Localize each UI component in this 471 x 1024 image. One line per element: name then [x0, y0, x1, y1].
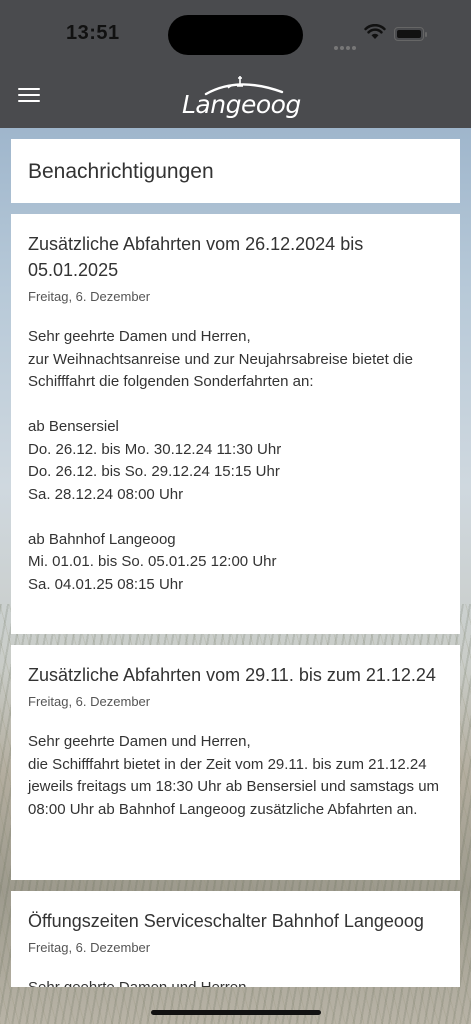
notification-date: Freitag, 6. Dezember	[28, 694, 151, 709]
notification-date: Freitag, 6. Dezember	[28, 289, 151, 304]
notification-card[interactable]: Öffungszeiten Serviceschalter Bahnhof La…	[11, 891, 460, 987]
notification-body: Sehr geehrte Damen und Herren, die Schif…	[28, 733, 440, 818]
notification-title: Öffungszeiten Serviceschalter Bahnhof La…	[28, 911, 424, 931]
notification-title: Zusätzliche Abfahrten vom 26.12.2024 bis…	[28, 234, 364, 280]
home-indicator[interactable]	[151, 1010, 321, 1015]
notification-card[interactable]: Zusätzliche Abfahrten vom 26.12.2024 bis…	[11, 214, 460, 634]
logo-text: Langeoog	[182, 90, 301, 119]
notification-title: Zusätzliche Abfahrten vom 29.11. bis zum…	[28, 665, 436, 685]
notification-body: Sehr geehrte Damen und Herren, zur Weihn…	[28, 328, 413, 593]
notification-body: Sehr geehrte Damen und Herren,	[28, 977, 443, 987]
dynamic-island	[168, 15, 303, 55]
hamburger-menu-icon[interactable]	[18, 88, 40, 106]
cellular-signal-icon	[334, 37, 358, 55]
status-bar: 13:51	[0, 0, 471, 64]
langeoog-logo: Langeoog	[178, 72, 301, 124]
page-header-card: Benachrichtigungen	[11, 139, 460, 203]
app-bar: Langeoog	[0, 64, 471, 128]
wifi-icon	[364, 23, 386, 45]
page-title: Benachrichtigungen	[28, 160, 214, 183]
notification-date: Freitag, 6. Dezember	[28, 940, 151, 955]
battery-icon	[394, 27, 427, 41]
notification-card[interactable]: Zusätzliche Abfahrten vom 29.11. bis zum…	[11, 645, 460, 880]
status-time: 13:51	[66, 22, 120, 44]
